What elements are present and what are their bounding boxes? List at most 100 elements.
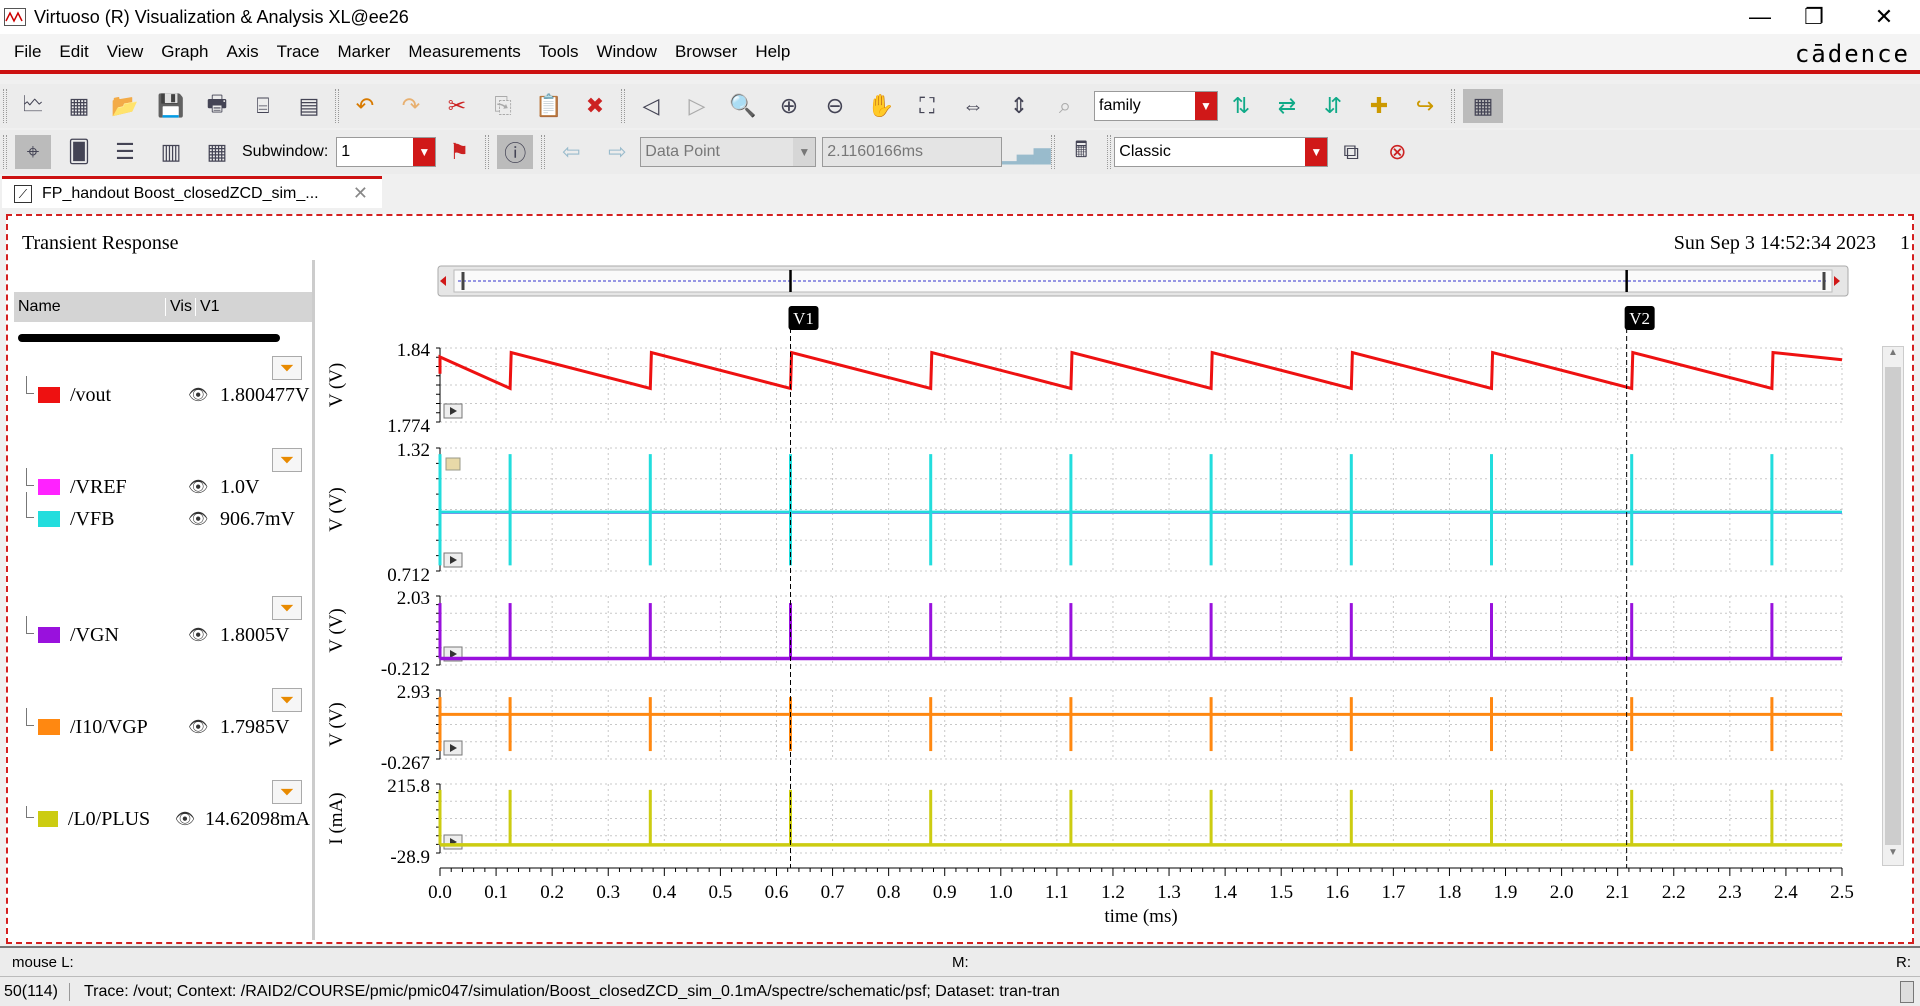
restore-icon[interactable]: ❐ bbox=[1786, 0, 1842, 34]
zoom-x-icon[interactable]: ⇔ bbox=[955, 89, 991, 123]
menu-window[interactable]: Window bbox=[596, 42, 656, 62]
flag-icon[interactable]: ⚑ bbox=[441, 135, 477, 169]
calculator-wave-icon[interactable]: ⌸ bbox=[245, 89, 281, 123]
app-icon bbox=[4, 8, 26, 26]
mouse-bindings-bar: mouse L: M: R: bbox=[0, 946, 1920, 976]
y-max-label: 215.8 bbox=[387, 776, 430, 797]
family-select[interactable]: family ▼ bbox=[1094, 91, 1218, 121]
menu-marker[interactable]: Marker bbox=[337, 42, 390, 62]
copy-icon[interactable]: ⎘ bbox=[485, 89, 521, 123]
toolbar-secondary: ⌖ 🂠 ☰ ▥ ▦ Subwindow: 1 ▼ ⚑ ⓘ ⇦ ⇨ Data Po… bbox=[0, 130, 1920, 174]
tab-bar: ⟋ FP_handout Boost_closedZCD_sim_... ✕ bbox=[0, 176, 1920, 208]
toolbar-separator bbox=[3, 135, 7, 169]
print-icon[interactable]: 🖶 bbox=[199, 89, 235, 123]
x-tick-label: 0.9 bbox=[933, 882, 957, 903]
y-min-label: 0.712 bbox=[387, 565, 430, 586]
x-tick-label: 0.8 bbox=[877, 882, 901, 903]
calculator-icon[interactable]: 🖩 bbox=[1063, 135, 1099, 169]
family-select-value: family bbox=[1099, 97, 1141, 114]
x-tick-label: 1.5 bbox=[1269, 882, 1293, 903]
datapoint-select[interactable]: Data Point ▼ bbox=[640, 137, 817, 167]
menu-trace[interactable]: Trace bbox=[277, 42, 320, 62]
x-tick-label: 1.0 bbox=[989, 882, 1013, 903]
zoom-box-icon[interactable]: ⌕ bbox=[1047, 89, 1083, 123]
next-point-icon[interactable]: ⇨ bbox=[599, 135, 635, 169]
new-window-icon[interactable]: 🗠 bbox=[15, 89, 51, 123]
close-icon[interactable]: ✕ bbox=[1856, 0, 1912, 34]
chevron-down-icon[interactable]: ▼ bbox=[793, 138, 816, 166]
zoom-icon[interactable]: 🔍 bbox=[725, 89, 761, 123]
export-icon[interactable]: ▤ bbox=[291, 89, 327, 123]
toolbar-separator bbox=[3, 89, 7, 123]
add-trace-icon[interactable]: ✚ bbox=[1361, 89, 1397, 123]
layout-rows-icon[interactable]: ☰ bbox=[107, 135, 143, 169]
style-select-value: Classic bbox=[1119, 143, 1171, 160]
delete-icon[interactable]: ✖ bbox=[577, 89, 613, 123]
menu-browser[interactable]: Browser bbox=[675, 42, 737, 62]
menu-help[interactable]: Help bbox=[755, 42, 790, 62]
new-subwindow-icon[interactable]: ▦ bbox=[61, 89, 97, 123]
menu-graph[interactable]: Graph bbox=[161, 42, 208, 62]
cut-icon[interactable]: ✂ bbox=[439, 89, 475, 123]
zoom-y-icon[interactable]: ⇕ bbox=[1001, 89, 1037, 123]
save-icon[interactable]: 💾 bbox=[153, 89, 189, 123]
paste-icon[interactable]: 📋 bbox=[531, 89, 567, 123]
layout-grid-icon[interactable]: ▦ bbox=[199, 135, 235, 169]
chevron-down-icon[interactable]: ▼ bbox=[1305, 138, 1328, 166]
vertical-scrollbar[interactable]: ▲ ▼ bbox=[1882, 346, 1904, 866]
y-max-label: 1.32 bbox=[397, 440, 430, 461]
status-text: Trace: /vout; Context: /RAID2/COURSE/pmi… bbox=[84, 982, 1060, 1000]
close-icon[interactable]: ✕ bbox=[353, 183, 368, 204]
zoom-out-icon[interactable]: ⊖ bbox=[817, 89, 853, 123]
assign-icon[interactable]: ↪ bbox=[1407, 89, 1443, 123]
x-tick-label: 1.4 bbox=[1213, 882, 1237, 903]
chevron-down-icon[interactable]: ▼ bbox=[413, 138, 436, 166]
x-tick-label: 0.3 bbox=[596, 882, 620, 903]
y-axis-label: V (V) bbox=[326, 702, 347, 747]
x-tick-label: 2.4 bbox=[1774, 882, 1798, 903]
stack-icon[interactable]: ⇵ bbox=[1315, 89, 1351, 123]
back-icon[interactable]: ◁ bbox=[633, 89, 669, 123]
minimize-icon[interactable]: — bbox=[1732, 0, 1788, 34]
grid-icon[interactable]: ▦ bbox=[1463, 89, 1503, 123]
cards-icon[interactable]: 🂠 bbox=[61, 135, 97, 169]
forward-icon[interactable]: ▷ bbox=[679, 89, 715, 123]
menu-measurements[interactable]: Measurements bbox=[408, 42, 520, 62]
menu-view[interactable]: View bbox=[107, 42, 144, 62]
subwindow-select[interactable]: 1 ▼ bbox=[336, 137, 437, 167]
menu-tools[interactable]: Tools bbox=[539, 42, 579, 62]
copy-window-icon[interactable]: ⧉ bbox=[1333, 135, 1369, 169]
menu-edit[interactable]: Edit bbox=[59, 42, 88, 62]
scroll-up-icon[interactable]: ▲ bbox=[1883, 347, 1903, 365]
scroll-down-icon[interactable]: ▼ bbox=[1883, 847, 1903, 865]
fit-icon[interactable]: ⛶ bbox=[909, 89, 945, 123]
tab-window[interactable]: ⟋ FP_handout Boost_closedZCD_sim_... ✕ bbox=[2, 176, 382, 208]
open-icon[interactable]: 📂 bbox=[107, 89, 143, 123]
graph-icon: ⟋ bbox=[14, 185, 32, 203]
x-tick-label: 1.2 bbox=[1101, 882, 1125, 903]
pointer-icon[interactable]: ⌖ bbox=[15, 135, 51, 169]
x-tick-label: 0.5 bbox=[709, 882, 733, 903]
strip-icon[interactable]: ⇅ bbox=[1223, 89, 1259, 123]
status-bar: 50(114) Trace: /vout; Context: /RAID2/CO… bbox=[0, 976, 1920, 1006]
graph-panel: Transient Response Sun Sep 3 14:52:34 20… bbox=[6, 214, 1914, 944]
time-field[interactable]: 2.1160166ms bbox=[822, 137, 1003, 167]
x-tick-label: 1.1 bbox=[1045, 882, 1069, 903]
x-tick-label: 0.1 bbox=[484, 882, 508, 903]
menu-axis[interactable]: Axis bbox=[227, 42, 259, 62]
style-select[interactable]: Classic ▼ bbox=[1114, 137, 1329, 167]
prev-point-icon[interactable]: ⇦ bbox=[553, 135, 589, 169]
histogram-icon[interactable]: ▁▃▅ bbox=[1000, 135, 1051, 169]
zoom-in-icon[interactable]: ⊕ bbox=[771, 89, 807, 123]
pan-icon[interactable]: ✋ bbox=[863, 89, 899, 123]
info-icon[interactable]: ⓘ bbox=[497, 135, 534, 169]
remove-window-icon[interactable]: ⊗ bbox=[1379, 135, 1415, 169]
waveform-plot[interactable]: 1.84 1.774 V (V) 1.32 0.712 V (V) 2.03 -0.212 V … bbox=[8, 216, 1916, 946]
redo-icon[interactable]: ↷ bbox=[393, 89, 429, 123]
chevron-down-icon[interactable]: ▼ bbox=[1195, 92, 1217, 120]
layout-cols-icon[interactable]: ▥ bbox=[153, 135, 189, 169]
scrollbar-thumb[interactable] bbox=[1885, 367, 1901, 845]
menu-file[interactable]: File bbox=[14, 42, 41, 62]
overlay-icon[interactable]: ⇄ bbox=[1269, 89, 1305, 123]
undo-icon[interactable]: ↶ bbox=[347, 89, 383, 123]
